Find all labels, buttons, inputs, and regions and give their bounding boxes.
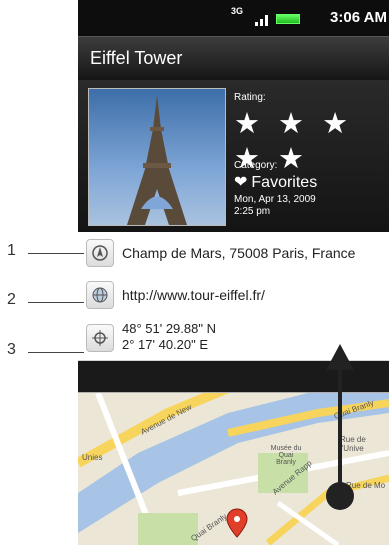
category-label: Category: (234, 160, 278, 171)
globe-icon (86, 281, 114, 309)
date-time: Mon, Apr 13, 2009 2:25 pm (234, 194, 316, 218)
network-indicator: 3G (231, 6, 244, 16)
callout-1: 1 (7, 242, 16, 259)
eiffel-tower-image (127, 95, 187, 225)
map-pin-icon[interactable] (226, 508, 248, 538)
callout-2-line (28, 302, 84, 303)
page-title: Eiffel Tower (90, 48, 183, 68)
latitude: 48° 51' 29.88" N (122, 321, 216, 336)
map-label-unies: Unies (82, 453, 103, 462)
battery-icon (276, 14, 300, 24)
category-name: Favorites (251, 174, 318, 191)
date-line: Mon, Apr 13, 2009 (234, 194, 316, 205)
place-header: Rating: ★ ★ ★ ★ ★ Category: ❤ Favorites M… (78, 80, 389, 232)
status-bar: 3G 3:06 AM (78, 0, 389, 36)
callout-2: 2 (7, 291, 16, 308)
time-line: 2:25 pm (234, 206, 271, 217)
callout-3-line (28, 352, 84, 353)
status-time: 3:06 AM (330, 9, 387, 26)
drag-arrow-annotation (326, 344, 354, 510)
callout-3: 3 (7, 341, 16, 358)
heart-icon: ❤ (234, 174, 248, 191)
title-bar: Eiffel Tower (78, 36, 389, 81)
website-link: http://www.tour-eiffel.fr/ (122, 287, 265, 303)
category-value[interactable]: ❤ Favorites (234, 172, 317, 192)
map-label-musee: Musée du Quai Branly (270, 445, 302, 466)
address-row[interactable]: Champ de Mars, 75008 Paris, France (78, 232, 389, 275)
location-icon (86, 324, 114, 352)
longitude: 2° 17' 40.20" E (122, 337, 209, 352)
rating-label: Rating: (234, 92, 266, 103)
coordinates-text: 48° 51' 29.88" N 2° 17' 40.20" E (122, 321, 216, 353)
website-row[interactable]: http://www.tour-eiffel.fr/ (78, 274, 389, 317)
navigation-icon (86, 239, 114, 267)
place-photo[interactable] (88, 88, 226, 226)
signal-icon (255, 15, 268, 26)
address-text: Champ de Mars, 75008 Paris, France (122, 245, 356, 261)
callout-1-line (28, 253, 84, 254)
